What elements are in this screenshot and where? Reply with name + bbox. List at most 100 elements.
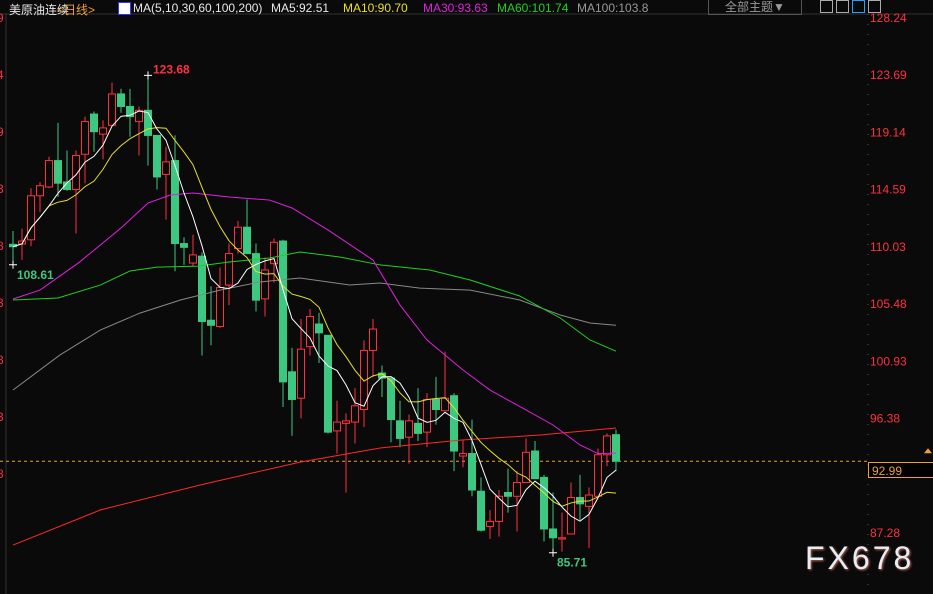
candle [387, 377, 395, 443]
candle [108, 82, 116, 126]
expand-icon[interactable] [868, 0, 881, 13]
candle-body [54, 160, 62, 184]
candle [324, 334, 332, 434]
candle [90, 111, 98, 152]
candle [603, 433, 611, 467]
extreme-marker-icon [9, 260, 17, 269]
y-tick-label: 110.03 [870, 240, 906, 254]
candle-body [72, 155, 80, 190]
candle-body [108, 93, 116, 126]
candle-body [90, 113, 98, 133]
candle-body [207, 319, 215, 326]
candle [378, 365, 386, 397]
candle [126, 88, 134, 137]
candle-body [594, 454, 602, 497]
candle-body [279, 240, 287, 383]
candle [207, 286, 215, 346]
candle-body [288, 371, 296, 400]
candle [612, 429, 620, 472]
candle [27, 188, 35, 247]
candle-body [531, 450, 539, 480]
candle-body [414, 422, 422, 434]
candle-body [504, 492, 512, 497]
candle-body [36, 185, 44, 197]
y-tick-label: 87.28 [870, 526, 900, 540]
chart-type-icon[interactable] [836, 0, 849, 13]
candle [135, 106, 143, 156]
candle-body [234, 226, 242, 250]
candle-body [468, 453, 476, 491]
candle [252, 243, 260, 312]
ma-indicator-icon[interactable] [118, 2, 131, 15]
candle-body [522, 451, 530, 483]
left-axis-fragment: 3 [0, 410, 4, 424]
candle-body [549, 528, 557, 539]
extreme-marker-icon [144, 71, 152, 80]
watermark-logo: FX678 [805, 540, 915, 576]
candle-body [603, 435, 611, 456]
candle [189, 234, 197, 267]
candle [423, 393, 431, 448]
ma5-value: MA5:92.51 [271, 1, 330, 15]
candle [153, 134, 161, 190]
candle [279, 239, 287, 408]
candle [396, 400, 404, 448]
ma60-value: MA60:101.74 [497, 1, 569, 15]
candle-body [513, 481, 521, 497]
crosshair-icon[interactable] [820, 0, 833, 13]
period-label[interactable]: <日线> [57, 1, 95, 18]
candle-body [612, 434, 620, 462]
candle [306, 308, 314, 356]
candle [369, 318, 377, 377]
ma100-value: MA100:103.8 [577, 1, 649, 15]
price-marker-icon [924, 448, 932, 454]
candle-body [423, 398, 431, 433]
candle [351, 388, 359, 444]
candle [477, 477, 485, 532]
candle [117, 88, 125, 113]
candle-body [162, 161, 170, 175]
candle [216, 267, 224, 328]
candle [540, 474, 548, 542]
candle [36, 181, 44, 213]
candle [63, 150, 71, 191]
candle-body [324, 334, 332, 433]
theme-selector-button[interactable]: 全部主题▼ [708, 0, 802, 15]
ma100-line [12, 277, 617, 391]
candle [441, 351, 449, 412]
candle [567, 482, 575, 535]
candle [243, 199, 251, 255]
ma30-value: MA30:93.63 [423, 1, 488, 15]
candle-body [189, 254, 197, 264]
candle-body [432, 398, 440, 411]
y-tick-label: 100.93 [870, 354, 907, 368]
candle [171, 135, 179, 272]
candle-body [252, 253, 260, 301]
y-tick-label: 96.38 [870, 412, 900, 426]
candle-body [486, 520, 494, 527]
candle-body [342, 420, 350, 424]
indicator-icon[interactable] [852, 0, 865, 13]
left-axis-fragment: 3 [0, 296, 4, 310]
candle [342, 413, 350, 493]
ma-params[interactable]: MA(5,10,30,60,100,200) [133, 1, 262, 15]
chart-header: 美原油连续 <日线> MA(5,10,30,60,100,200) MA5:92… [0, 0, 933, 18]
left-axis-fragment: 4 [0, 68, 4, 82]
candle-body [216, 287, 224, 328]
candle-body [297, 348, 305, 399]
candle [486, 510, 494, 540]
candle-body [315, 323, 323, 334]
candlestick-chart[interactable]: 128.24123.69119.14114.59110.03105.48100.… [0, 0, 933, 594]
candle-body [369, 328, 377, 351]
candle [594, 448, 602, 497]
left-axis-fragment: 8 [0, 467, 4, 481]
annotation-low: 85.71 [557, 556, 587, 570]
candle [333, 400, 341, 454]
candle [558, 512, 566, 552]
candle-body [333, 421, 341, 432]
candle-body [180, 243, 188, 248]
candle [198, 252, 206, 356]
candle-body [45, 160, 53, 188]
candle-body [396, 420, 404, 439]
annotation-high: 123.68 [153, 62, 190, 76]
